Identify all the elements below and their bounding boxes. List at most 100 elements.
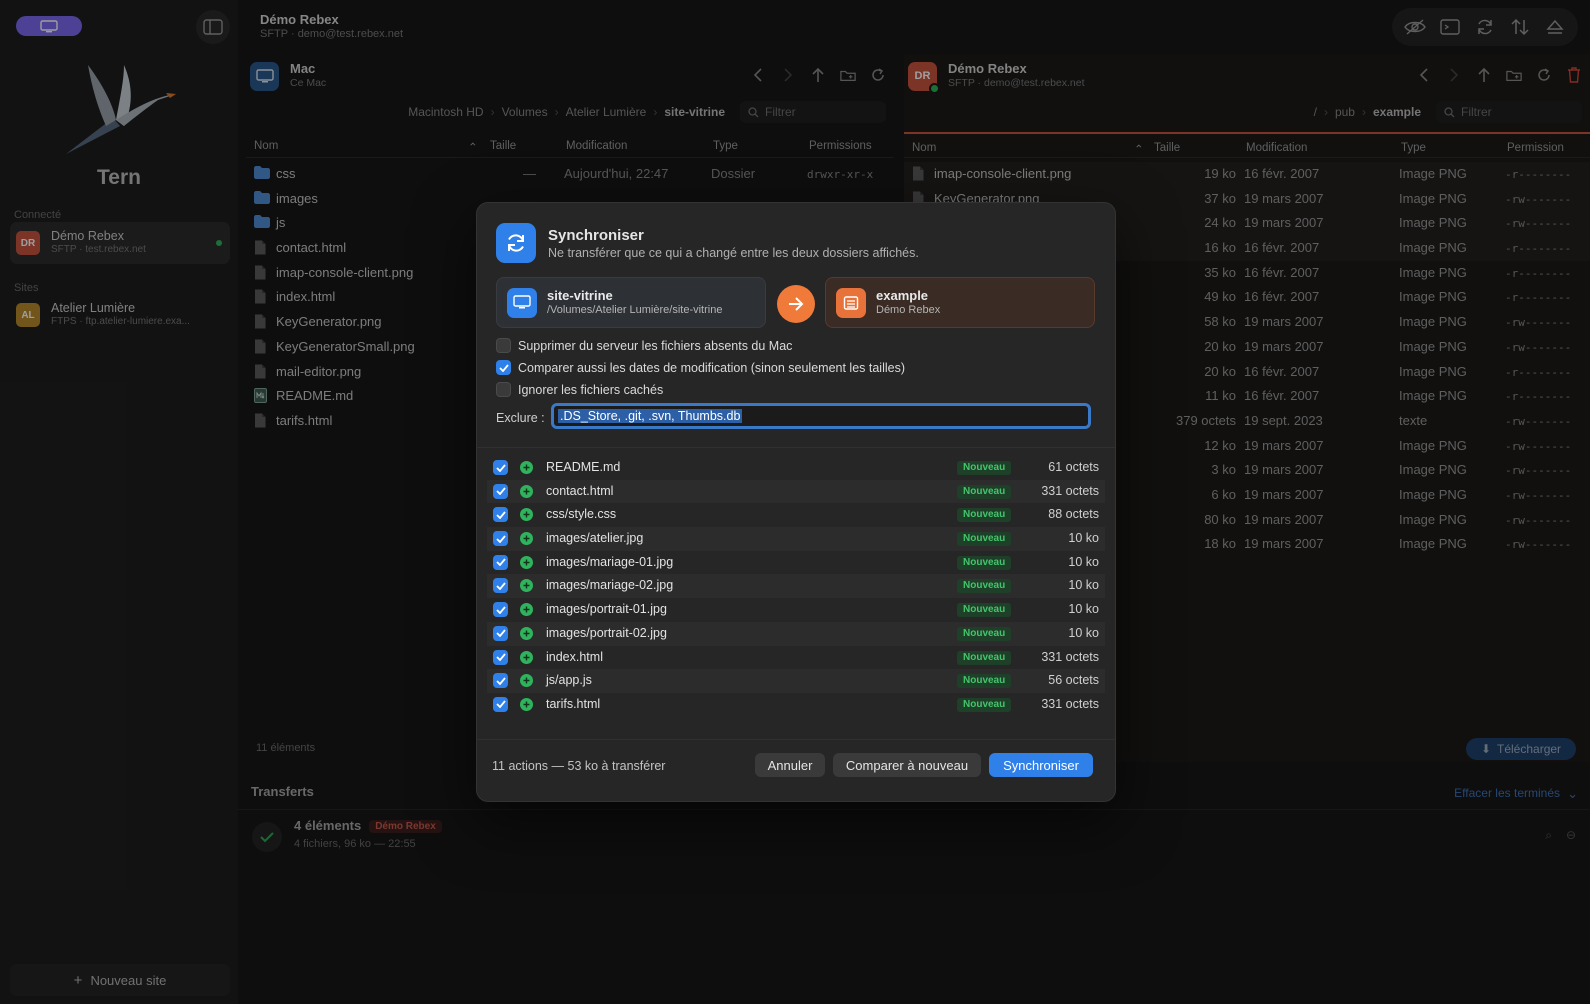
checkbox[interactable]: [493, 673, 508, 689]
plus-icon: [520, 555, 533, 569]
checkmark-icon: [495, 606, 506, 614]
exclude-label: Exclure :: [496, 411, 545, 425]
status-badge: Nouveau: [957, 484, 1012, 499]
checkmark-icon: [495, 653, 506, 661]
checkbox[interactable]: [493, 460, 508, 475]
synchronize-button[interactable]: Synchroniser: [989, 753, 1093, 777]
checkbox[interactable]: [493, 554, 508, 570]
exclude-value: .DS_Store, .git, .svn, Thumbs.db: [558, 409, 743, 423]
list-item[interactable]: tarifs.html Nouveau 331 octets: [487, 693, 1105, 717]
file-name: images/portrait-01.jpg: [546, 602, 667, 617]
checkbox[interactable]: [493, 483, 508, 499]
status-badge: Nouveau: [957, 579, 1012, 594]
checkmark-icon: [495, 534, 506, 543]
status-badge: Nouveau: [957, 674, 1012, 689]
checkbox[interactable]: [493, 578, 508, 594]
file-size: 331 octets: [1041, 483, 1099, 498]
checkbox[interactable]: [496, 360, 511, 375]
list-item[interactable]: images/mariage-01.jpg Nouveau 10 ko: [487, 551, 1105, 575]
checkbox[interactable]: [493, 649, 508, 665]
exclude-input[interactable]: .DS_Store, .git, .svn, Thumbs.db: [551, 403, 1091, 429]
file-size: 331 octets: [1041, 649, 1099, 664]
checkbox[interactable]: [496, 338, 511, 353]
checkbox[interactable]: [493, 696, 508, 712]
checkbox[interactable]: [496, 382, 511, 397]
sync-icon: [496, 223, 536, 263]
file-size: 10 ko: [1068, 578, 1099, 593]
file-name: images/mariage-01.jpg: [546, 554, 674, 569]
plus-icon: [520, 532, 533, 546]
file-name: tarifs.html: [546, 696, 601, 711]
list-item[interactable]: images/mariage-02.jpg Nouveau 10 ko: [487, 574, 1105, 599]
source-name: site-vitrine: [547, 287, 613, 303]
sync-file-list: README.md Nouveau 61 octets contact.html Nou…: [487, 456, 1105, 736]
status-badge: Nouveau: [957, 532, 1012, 547]
list-item[interactable]: js/app.js Nouveau 56 octets: [487, 669, 1105, 693]
checkmark-icon: [495, 629, 506, 638]
sync-dialog: Synchroniser Ne transférer que ce qui a …: [476, 202, 1116, 802]
file-size: 331 octets: [1041, 696, 1099, 711]
file-name: README.md: [546, 460, 621, 474]
file-name: images/atelier.jpg: [546, 531, 644, 546]
file-name: images/portrait-02.jpg: [546, 625, 667, 640]
status-badge: Nouveau: [957, 603, 1012, 618]
file-size: 88 octets: [1048, 507, 1099, 522]
compare-again-button[interactable]: Comparer à nouveau: [833, 753, 981, 777]
list-item[interactable]: README.md Nouveau 61 octets: [487, 456, 1105, 480]
dialog-title: Synchroniser: [548, 227, 644, 244]
plus-icon: [520, 508, 533, 522]
list-item[interactable]: images/atelier.jpg Nouveau 10 ko: [487, 527, 1105, 551]
plus-icon: [520, 484, 533, 498]
checkmark-icon: [495, 511, 506, 519]
plus-icon: [520, 603, 533, 617]
option-label: Ignorer les fichiers cachés: [518, 382, 664, 397]
arrow-right-icon: [777, 285, 815, 323]
source-card: site-vitrine /Volumes/Atelier Lumière/si…: [496, 277, 766, 328]
plus-icon: [520, 579, 533, 593]
sync-summary: 11 actions — 53 ko à transférer: [492, 759, 666, 773]
checkmark-icon: [495, 700, 506, 709]
list-item[interactable]: css/style.css Nouveau 88 octets: [487, 503, 1105, 527]
checkmark-icon: [495, 558, 506, 567]
option-label: Comparer aussi les dates de modification…: [518, 360, 905, 375]
checkbox[interactable]: [493, 507, 508, 523]
file-size: 61 octets: [1048, 460, 1099, 474]
app-window: Tern Connecté DR Démo Rebex SFTP · test.…: [0, 0, 1590, 1004]
checkmark-icon: [495, 677, 506, 685]
dialog-subtitle: Ne transférer que ce qui a changé entre …: [548, 246, 919, 260]
file-size: 10 ko: [1068, 531, 1099, 546]
checkmark-icon: [495, 582, 506, 590]
plus-icon: [520, 674, 533, 688]
status-badge: Nouveau: [957, 650, 1012, 665]
option-ignore-hidden[interactable]: Ignorer les fichiers cachés: [496, 382, 663, 397]
checkbox[interactable]: [493, 602, 508, 618]
file-size: 10 ko: [1068, 625, 1099, 640]
option-delete-absent[interactable]: Supprimer du serveur les fichiers absent…: [496, 338, 792, 353]
destination-card: example Démo Rebex: [825, 277, 1095, 328]
checkbox[interactable]: [493, 625, 508, 641]
checkbox[interactable]: [493, 531, 508, 547]
list-item[interactable]: contact.html Nouveau 331 octets: [487, 479, 1105, 504]
destination-name: example: [876, 287, 929, 303]
file-name: js/app.js: [546, 673, 592, 688]
file-name: contact.html: [546, 483, 614, 498]
file-size: 10 ko: [1068, 602, 1099, 617]
file-name: index.html: [546, 649, 603, 664]
status-badge: Nouveau: [957, 555, 1012, 570]
file-size: 10 ko: [1068, 554, 1099, 569]
plus-icon: [520, 461, 533, 474]
destination-path: Démo Rebex: [876, 303, 941, 316]
option-compare-dates[interactable]: Comparer aussi les dates de modification…: [496, 360, 905, 375]
list-item[interactable]: images/portrait-02.jpg Nouveau 10 ko: [487, 621, 1105, 646]
source-path: /Volumes/Atelier Lumière/site-vitrine: [547, 303, 723, 316]
checkmark-icon: [495, 463, 506, 472]
list-item[interactable]: index.html Nouveau 331 octets: [487, 646, 1105, 670]
cancel-button[interactable]: Annuler: [755, 753, 825, 777]
list-item[interactable]: images/portrait-01.jpg Nouveau 10 ko: [487, 598, 1105, 622]
server-icon: [836, 287, 866, 318]
plus-icon: [520, 650, 533, 664]
checkmark-icon: [495, 487, 506, 496]
plus-icon: [520, 697, 533, 711]
status-badge: Nouveau: [957, 626, 1012, 641]
option-label: Supprimer du serveur les fichiers absent…: [518, 338, 793, 353]
